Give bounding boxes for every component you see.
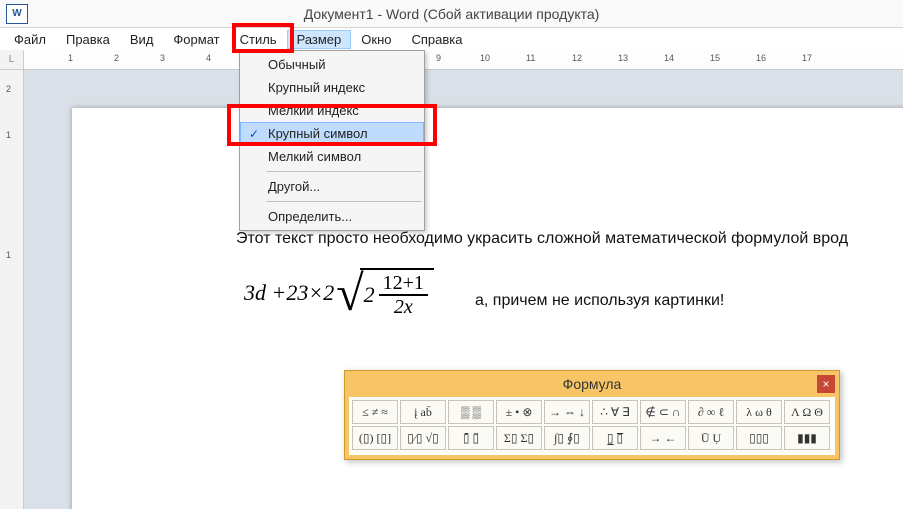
- ruler-tick: 1: [6, 130, 11, 140]
- toolbox-greek-lower-button[interactable]: λ ω θ: [736, 400, 782, 424]
- toolbox-embellish-button[interactable]: ▒ ▒: [448, 400, 494, 424]
- equation-content: 3d +23×2 √ 2 12+1 2x: [238, 258, 461, 328]
- menu-format[interactable]: Формат: [163, 30, 229, 49]
- dropdown-item-small-index[interactable]: Мелкий индекс: [240, 99, 424, 122]
- equation-sqrt: √ 2 12+1 2x: [336, 268, 434, 318]
- menu-edit[interactable]: Правка: [56, 30, 120, 49]
- ruler-tick: 17: [802, 53, 812, 63]
- formula-toolbox[interactable]: Формула × ≤ ≠ ≈ į ab̄ ▒ ▒ ± • ⊗ → ⇔ ↓ ∴ …: [344, 370, 840, 460]
- dropdown-item-large-symbol[interactable]: ✓ Крупный символ: [240, 122, 424, 145]
- toolbox-templates2-button[interactable]: ▮▮▮: [784, 426, 830, 450]
- dropdown-item-small-symbol[interactable]: Мелкий символ: [240, 145, 424, 168]
- dropdown-separator: [266, 201, 422, 202]
- menu-style[interactable]: Стиль: [230, 30, 287, 49]
- toolbox-spaces-button[interactable]: į ab̄: [400, 400, 446, 424]
- toolbox-row-1: ≤ ≠ ≈ į ab̄ ▒ ▒ ± • ⊗ → ⇔ ↓ ∴ ∀ ∃ ∉ ⊂ ∩ …: [352, 400, 832, 424]
- menu-size[interactable]: Размер: [287, 30, 352, 49]
- ruler-horizontal[interactable]: 1 2 3 4 5 6 7 8 9 10 11 12 13 14 15 16 1…: [24, 50, 903, 69]
- toolbox-greek-upper-button[interactable]: Λ Ω Θ: [784, 400, 830, 424]
- ruler-tick: 3: [160, 53, 165, 63]
- title-bar: W Документ1 - Word (Сбой активации проду…: [0, 0, 903, 28]
- toolbox-fraction-button[interactable]: ▯⁄▯ √▯: [400, 426, 446, 450]
- ruler-corner: L: [0, 50, 24, 69]
- toolbox-bars-button[interactable]: ▯̲ ▯̅: [592, 426, 638, 450]
- toolbox-scripts-button[interactable]: ▯̄ ▯̈: [448, 426, 494, 450]
- menu-file[interactable]: Файл: [4, 30, 56, 49]
- toolbox-integral-button[interactable]: ∫▯ ∮▯: [544, 426, 590, 450]
- toolbox-matrix-button[interactable]: ▯▯▯: [736, 426, 782, 450]
- ruler-tick: 13: [618, 53, 628, 63]
- ruler-tick: 1: [68, 53, 73, 63]
- ruler-tick: 2: [114, 53, 119, 63]
- ruler-tick: 10: [480, 53, 490, 63]
- equation-fraction: 12+1 2x: [379, 272, 428, 318]
- fraction-denominator: 2x: [390, 296, 417, 318]
- toolbox-set-button[interactable]: ∉ ⊂ ∩: [640, 400, 686, 424]
- ruler-tick: 12: [572, 53, 582, 63]
- window-title: Документ1 - Word (Сбой активации продукт…: [0, 6, 903, 22]
- toolbox-title: Формула: [563, 376, 622, 392]
- dropdown-item-large-index[interactable]: Крупный индекс: [240, 76, 424, 99]
- toolbox-body: ≤ ≠ ≈ į ab̄ ▒ ▒ ± • ⊗ → ⇔ ↓ ∴ ∀ ∃ ∉ ⊂ ∩ …: [349, 397, 835, 455]
- ruler-tick: 11: [526, 53, 535, 63]
- toolbox-fences-button[interactable]: (▯) [▯]: [352, 426, 398, 450]
- toolbox-sum-button[interactable]: Σ▯ Σ▯: [496, 426, 542, 450]
- dropdown-item-label: Крупный символ: [268, 126, 368, 141]
- toolbox-relational-button[interactable]: ≤ ≠ ≈: [352, 400, 398, 424]
- dropdown-item-other[interactable]: Другой...: [240, 175, 424, 198]
- ruler-tick: 15: [710, 53, 720, 63]
- size-dropdown: Обычный Крупный индекс Мелкий индекс ✓ К…: [239, 50, 425, 231]
- ruler-horizontal-row: L 1 2 3 4 5 6 7 8 9 10 11 12 13 14 15 16…: [0, 50, 903, 70]
- toolbox-title-bar[interactable]: Формула ×: [345, 371, 839, 397]
- toolbox-underover-button[interactable]: Ū Ụ: [688, 426, 734, 450]
- menu-help[interactable]: Справка: [401, 30, 472, 49]
- document-text-line2[interactable]: а, причем не используя картинки!: [475, 292, 724, 310]
- fraction-numerator: 12+1: [379, 272, 428, 296]
- toolbox-arrows-button[interactable]: → ⇔ ↓: [544, 400, 590, 424]
- document-text-line1[interactable]: Этот текст просто необходимо украсить сл…: [236, 230, 848, 248]
- toolbox-misc-button[interactable]: ∂ ∞ ℓ: [688, 400, 734, 424]
- dropdown-item-normal[interactable]: Обычный: [240, 53, 424, 76]
- toolbox-labeled-arrows-button[interactable]: → ←: [640, 426, 686, 450]
- checkmark-icon: ✓: [249, 127, 259, 141]
- menu-bar: Файл Правка Вид Формат Стиль Размер Окно…: [0, 28, 903, 50]
- dropdown-item-define[interactable]: Определить...: [240, 205, 424, 228]
- menu-view[interactable]: Вид: [120, 30, 164, 49]
- equation-object[interactable]: 3d +23×2 √ 2 12+1 2x: [232, 252, 467, 334]
- menu-window[interactable]: Окно: [351, 30, 401, 49]
- ruler-tick: 1: [6, 250, 11, 260]
- close-button[interactable]: ×: [817, 375, 835, 393]
- ruler-tick: 2: [6, 84, 11, 94]
- ruler-tick: 16: [756, 53, 766, 63]
- sqrt-inner-prefix: 2: [364, 282, 375, 308]
- app-icon: W: [6, 4, 28, 24]
- equation-prefix: 3d +23×2: [244, 280, 334, 306]
- ruler-vertical[interactable]: 2 1 1: [0, 70, 24, 509]
- toolbox-logic-button[interactable]: ∴ ∀ ∃: [592, 400, 638, 424]
- toolbox-row-2: (▯) [▯] ▯⁄▯ √▯ ▯̄ ▯̈ Σ▯ Σ▯ ∫▯ ∮▯ ▯̲ ▯̅ →…: [352, 426, 832, 450]
- dropdown-separator: [266, 171, 422, 172]
- toolbox-operators-button[interactable]: ± • ⊗: [496, 400, 542, 424]
- close-icon: ×: [822, 377, 829, 391]
- ruler-tick: 4: [206, 53, 211, 63]
- ruler-tick: 9: [436, 53, 441, 63]
- ruler-tick: 14: [664, 53, 674, 63]
